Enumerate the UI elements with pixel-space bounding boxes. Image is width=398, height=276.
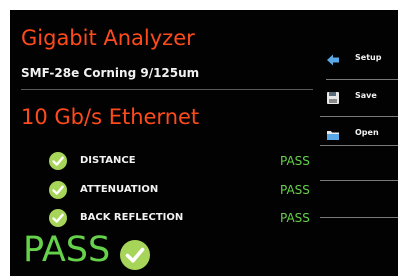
check-circle-icon (49, 152, 67, 170)
check-circle-icon (120, 240, 150, 270)
setup-button-label: Setup (355, 53, 382, 62)
app-title: Gigabit Analyzer (21, 26, 195, 50)
header-divider (21, 89, 313, 90)
test-label-attenuation: ATTENUATION (80, 184, 159, 195)
overall-result: PASS (23, 230, 111, 270)
sidebar-divider (320, 217, 398, 218)
check-circle-icon (49, 181, 67, 199)
check-circle-icon (49, 209, 67, 227)
folder-icon (326, 127, 340, 141)
save-button-label: Save (355, 91, 377, 100)
floppy-disk-icon (326, 90, 340, 104)
test-label-distance: DISTANCE (80, 155, 136, 166)
test-result-distance: PASS (280, 154, 310, 168)
open-button-label: Open (355, 128, 379, 137)
save-button[interactable]: Save (312, 80, 398, 114)
test-result-back-reflection: PASS (280, 211, 310, 225)
fiber-type-label: SMF-28e Corning 9/125um (21, 66, 200, 80)
test-result-attenuation: PASS (280, 183, 310, 197)
setup-button[interactable]: Setup (312, 42, 398, 76)
arrow-left-icon (326, 52, 340, 66)
test-mode-label: 10 Gb/s Ethernet (21, 105, 200, 129)
test-label-back-reflection: BACK REFLECTION (80, 212, 184, 223)
analyzer-screen: Gigabit Analyzer SMF-28e Corning 9/125um… (10, 10, 398, 276)
sidebar-divider (320, 145, 398, 146)
sidebar-divider (320, 180, 398, 181)
